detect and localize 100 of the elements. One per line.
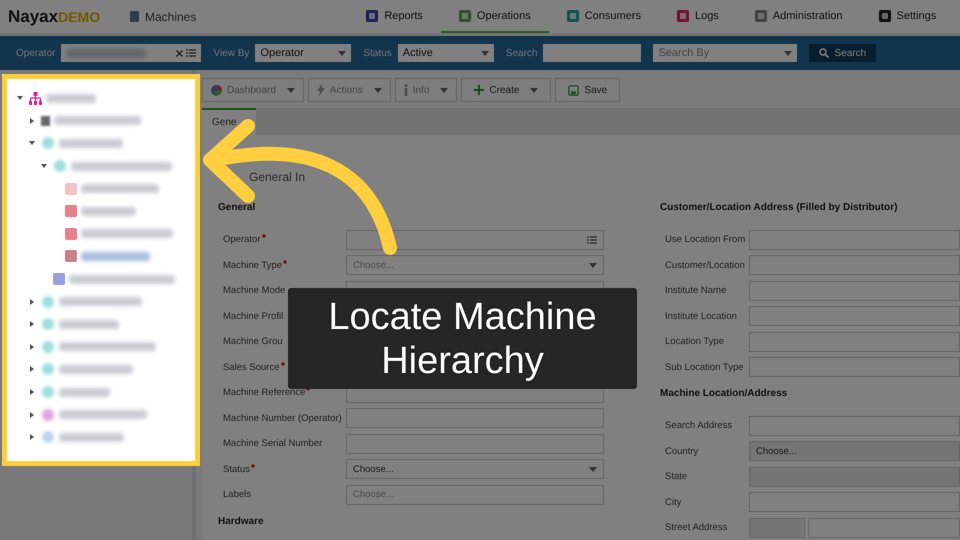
field-label: Labels <box>223 489 251 500</box>
field-label: Use Location From <box>665 234 746 246</box>
caret-icon[interactable] <box>29 344 35 350</box>
caret-icon[interactable] <box>29 298 35 305</box>
status-dropdown[interactable]: Active <box>398 44 494 62</box>
toolbar-button[interactable]: Dashboard <box>202 78 304 102</box>
dropdown-arrow-icon <box>480 50 489 56</box>
plus-icon <box>474 85 484 95</box>
input-field[interactable] <box>749 518 805 538</box>
caret-icon[interactable] <box>29 434 35 440</box>
input-field[interactable] <box>749 306 960 326</box>
search-button[interactable]: Search <box>809 44 876 62</box>
toolbar-button[interactable]: Info <box>394 78 458 102</box>
blurred-label[interactable] <box>71 162 172 171</box>
nav-tab[interactable]: Operations <box>440 0 549 33</box>
dropdown-field[interactable]: Choose... <box>346 459 604 480</box>
caret-icon[interactable] <box>29 389 35 396</box>
blurred-icon <box>41 430 55 444</box>
section-heading: Machine Location/Address <box>660 388 788 399</box>
logo: NayaxDEMO <box>8 6 102 26</box>
input-field[interactable] <box>346 434 604 454</box>
input-field[interactable] <box>749 416 960 436</box>
blurred-label[interactable] <box>81 206 136 216</box>
field-label: Machine Type <box>223 260 287 271</box>
input-field[interactable] <box>749 332 960 352</box>
dropdown-arrow-icon <box>589 262 597 268</box>
blurred-label[interactable] <box>81 184 159 194</box>
required-asterisk-icon <box>282 260 287 264</box>
dropdown-arrow-icon <box>286 88 295 92</box>
search-field[interactable] <box>543 44 642 62</box>
field-label: Street Address <box>665 522 728 534</box>
required-asterisk-icon <box>280 362 285 366</box>
blurred-label[interactable] <box>81 252 150 261</box>
field-label: Operator <box>223 234 266 246</box>
caption-text: Locate Machine Hierarchy <box>327 294 598 382</box>
field-label: City <box>665 496 682 508</box>
blurred-label[interactable] <box>59 342 156 352</box>
field-label: Machine Profil <box>223 310 284 322</box>
operator-field[interactable] <box>61 44 202 62</box>
list-icon[interactable] <box>186 49 196 57</box>
nav-tab[interactable]: Settings <box>860 0 954 33</box>
blurred-label[interactable] <box>59 320 119 329</box>
caret-icon[interactable] <box>29 366 35 372</box>
blurred-label[interactable] <box>59 297 142 306</box>
input-field[interactable] <box>346 230 604 250</box>
clear-icon[interactable] <box>176 50 184 56</box>
blurred-label[interactable] <box>54 116 141 126</box>
required-asterisk-icon <box>250 464 255 468</box>
caret-icon[interactable] <box>29 321 35 328</box>
field-label: Search Address <box>665 420 732 432</box>
machine-icon <box>130 11 139 22</box>
field-label: Machine Grou <box>223 336 283 348</box>
toolbar-button[interactable]: Actions <box>308 78 391 102</box>
toolbar-button[interactable]: Save <box>555 78 620 102</box>
dropdown-arrow-icon <box>440 88 448 92</box>
blurred-label[interactable] <box>59 388 110 397</box>
input-field[interactable] <box>346 408 604 428</box>
view-by-dropdown[interactable]: Operator <box>255 44 352 62</box>
settings-icon <box>878 10 891 22</box>
caret-icon[interactable] <box>29 118 35 124</box>
pie-chart-icon <box>211 84 222 96</box>
blurred-label[interactable] <box>59 364 133 374</box>
blurred-icon <box>41 317 55 332</box>
nav-tab[interactable]: Consumers <box>548 0 659 33</box>
caret-icon[interactable] <box>29 140 35 146</box>
nav-tab[interactable]: Logs <box>658 0 737 33</box>
filter-label: Status <box>363 48 392 58</box>
caret-icon[interactable] <box>17 95 23 102</box>
blurred-label[interactable] <box>81 229 173 238</box>
blurred-label[interactable] <box>59 410 147 420</box>
input-field[interactable] <box>749 492 960 512</box>
input-field[interactable] <box>749 230 960 250</box>
tile-icon <box>366 10 378 22</box>
blurred-label[interactable] <box>59 432 124 442</box>
blurred-icon <box>41 340 55 354</box>
nav-tab[interactable]: Reports <box>348 0 441 33</box>
input-field[interactable]: Choose... <box>749 441 960 462</box>
dropdown-arrow-icon <box>784 50 792 56</box>
input-field[interactable] <box>749 255 960 276</box>
caret-icon[interactable] <box>41 163 47 170</box>
field-label: Institute Name <box>665 285 726 296</box>
blurred-icon <box>41 362 55 376</box>
blurred-icon <box>53 159 67 174</box>
blurred-label[interactable] <box>59 138 123 148</box>
caret-icon[interactable] <box>29 412 35 418</box>
toolbar-button[interactable]: Create <box>461 78 552 102</box>
field-label: Machine Mode <box>223 285 286 296</box>
field-label: State <box>665 471 688 482</box>
input-field[interactable] <box>808 518 960 538</box>
nav-tab[interactable]: Administration <box>736 0 861 33</box>
blurred-label[interactable] <box>69 274 175 284</box>
section-heading: Customer/Location Address (Filled by Distributor) <box>660 202 898 213</box>
field-label: Sub Location Type <box>665 362 744 373</box>
input-field[interactable] <box>749 357 960 378</box>
search-by-dropdown[interactable]: Search By <box>653 44 798 62</box>
input-field[interactable] <box>749 280 960 301</box>
tile-icon <box>566 10 579 22</box>
input-field[interactable] <box>749 466 960 487</box>
field-label: Location Type <box>665 336 724 348</box>
blurred-label[interactable] <box>46 94 96 103</box>
